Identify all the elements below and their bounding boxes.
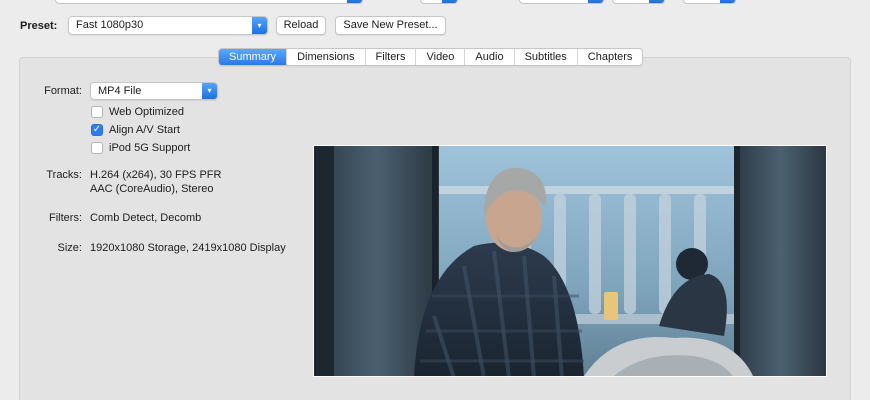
preset-popup[interactable]: Fast 1080p30 ▾ bbox=[68, 16, 268, 35]
filters-label: Filters: bbox=[49, 212, 82, 224]
tracks-video-value: H.264 (x264), 30 FPS PFR bbox=[90, 169, 222, 181]
web-optimized-checkbox[interactable]: Web Optimized bbox=[91, 105, 184, 119]
tab-subtitles[interactable]: Subtitles bbox=[513, 49, 577, 65]
size-value: 1920x1080 Storage, 2419x1080 Display bbox=[90, 242, 286, 254]
preview-frame-graphic bbox=[314, 146, 826, 376]
tab-chapters[interactable]: Chapters bbox=[576, 49, 643, 65]
tracks-audio-value: AAC (CoreAudio), Stereo bbox=[90, 183, 214, 195]
preset-label: Preset: bbox=[20, 20, 58, 32]
range-type-popup-cutoff[interactable] bbox=[519, 0, 604, 4]
save-new-preset-button[interactable]: Save New Preset... bbox=[335, 16, 446, 35]
reload-button[interactable]: Reload bbox=[276, 16, 326, 35]
preset-popup-value: Fast 1080p30 bbox=[76, 19, 144, 31]
range-start-popup-cutoff[interactable] bbox=[420, 0, 458, 4]
checkbox-unchecked-icon bbox=[91, 142, 103, 154]
tab-audio[interactable]: Audio bbox=[464, 49, 513, 65]
ipod-5g-support-checkbox[interactable]: iPod 5G Support bbox=[91, 141, 190, 155]
format-popup-value: MP4 File bbox=[98, 85, 142, 97]
checkbox-unchecked-icon bbox=[91, 106, 103, 118]
size-label: Size: bbox=[57, 242, 82, 254]
tab-dimensions[interactable]: Dimensions bbox=[286, 49, 364, 65]
tab-summary[interactable]: Summary bbox=[219, 49, 287, 65]
tracks-label: Tracks: bbox=[46, 169, 82, 181]
web-optimized-label: Web Optimized bbox=[109, 106, 184, 118]
align-av-start-label: Align A/V Start bbox=[109, 124, 180, 136]
checkmark-icon: ✓ bbox=[91, 124, 103, 136]
chevron-updown-icon: ▾ bbox=[252, 17, 267, 34]
ipod-5g-support-label: iPod 5G Support bbox=[109, 142, 191, 154]
format-label: Format: bbox=[44, 85, 82, 97]
chevron-updown-icon: ▾ bbox=[202, 83, 217, 99]
format-popup[interactable]: MP4 File ▾ bbox=[90, 82, 218, 100]
filters-value: Comb Detect, Decomb bbox=[90, 212, 202, 224]
range-from-popup-cutoff[interactable] bbox=[612, 0, 665, 4]
range-to-popup-cutoff[interactable] bbox=[683, 0, 736, 4]
source-popup-cutoff[interactable] bbox=[55, 0, 363, 4]
tab-bar: Summary Dimensions Filters Video Audio S… bbox=[218, 48, 644, 66]
preview-image bbox=[313, 145, 827, 377]
align-av-start-checkbox[interactable]: ✓ Align A/V Start bbox=[91, 123, 180, 137]
tab-video[interactable]: Video bbox=[415, 49, 464, 65]
tab-filters[interactable]: Filters bbox=[364, 49, 416, 65]
